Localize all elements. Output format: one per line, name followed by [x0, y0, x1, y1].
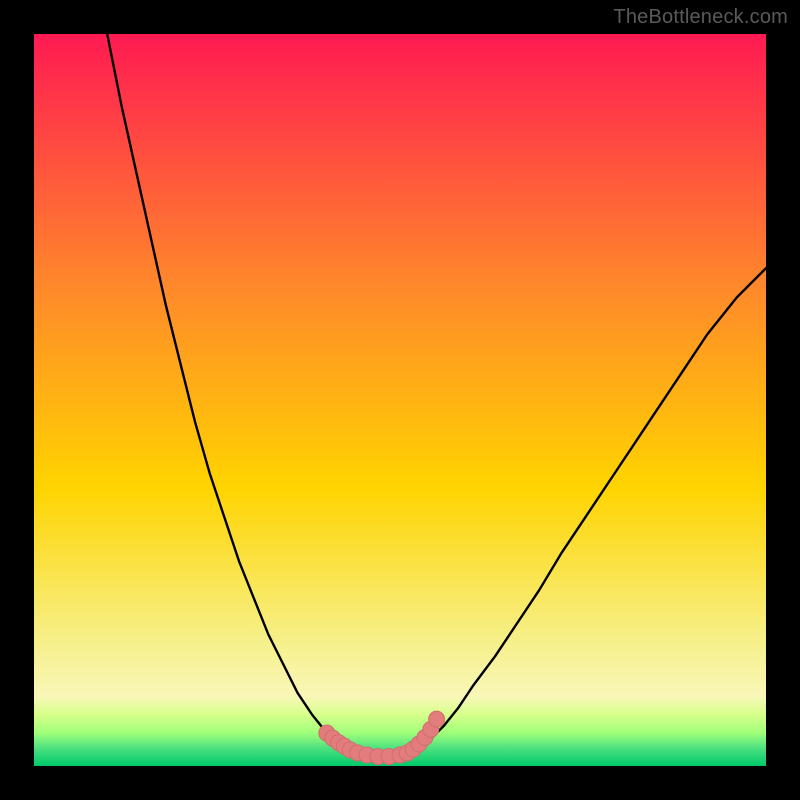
- plot-area: [34, 34, 766, 766]
- watermark-text: TheBottleneck.com: [613, 6, 788, 29]
- chart-frame: TheBottleneck.com: [0, 0, 800, 800]
- highlight-dot: [429, 711, 445, 727]
- gradient-background: [34, 34, 766, 766]
- bottleneck-chart: [34, 34, 766, 766]
